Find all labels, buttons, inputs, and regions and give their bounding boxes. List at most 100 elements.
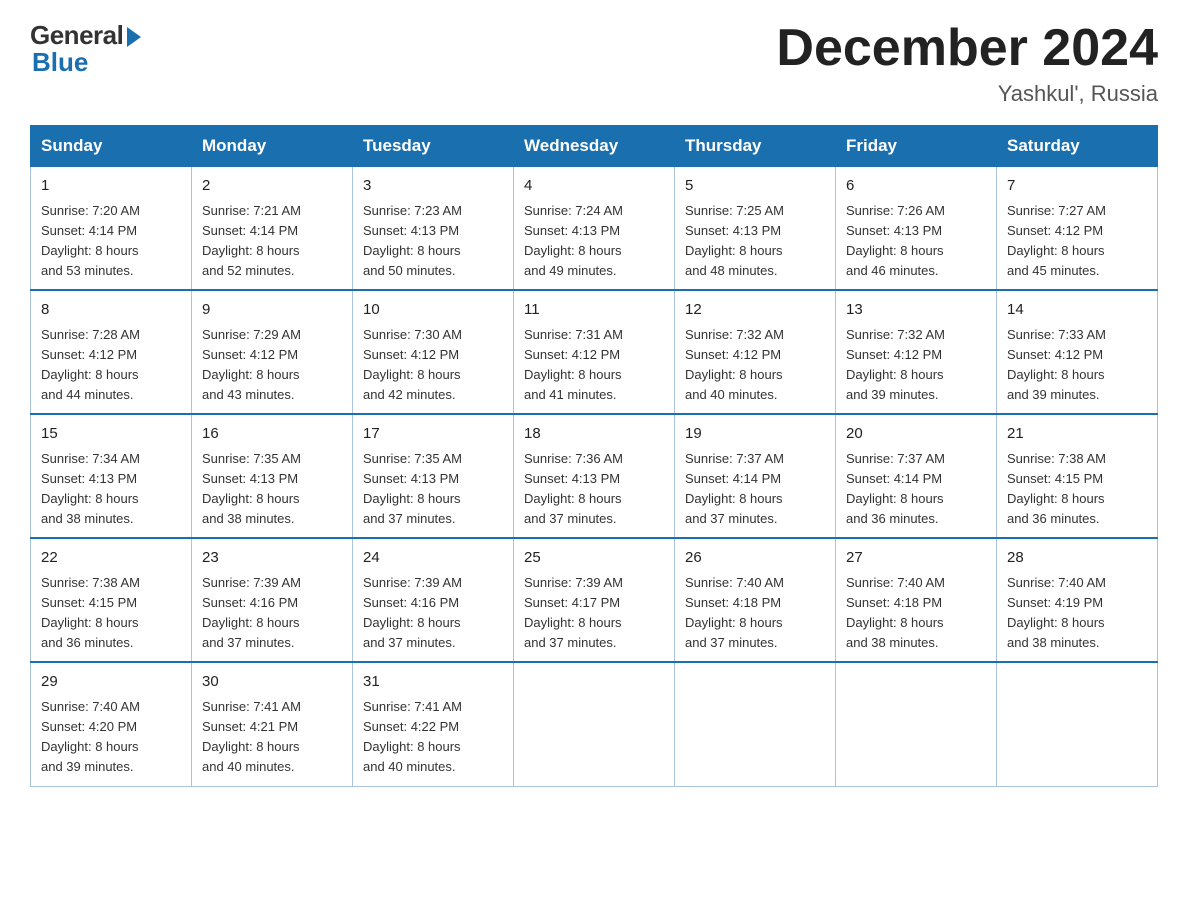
day-number: 18 bbox=[524, 423, 664, 446]
column-header-monday: Monday bbox=[192, 126, 353, 167]
calendar-cell: 9 Sunrise: 7:29 AMSunset: 4:12 PMDaylight… bbox=[192, 290, 353, 414]
month-title: December 2024 bbox=[776, 20, 1158, 77]
day-number: 8 bbox=[41, 299, 181, 322]
day-number: 5 bbox=[685, 175, 825, 198]
calendar-cell: 30Sunrise: 7:41 AMSunset: 4:21 PMDayligh… bbox=[192, 662, 353, 786]
day-number: 10 bbox=[363, 299, 503, 322]
calendar-cell: 20Sunrise: 7:37 AMSunset: 4:14 PMDayligh… bbox=[836, 414, 997, 538]
calendar-cell bbox=[514, 662, 675, 786]
day-info: Sunrise: 7:33 AMSunset: 4:12 PMDaylight:… bbox=[1007, 325, 1147, 406]
calendar-cell: 18 Sunrise: 7:36 AMSunset: 4:13 PMDayligh… bbox=[514, 414, 675, 538]
day-number: 9 bbox=[202, 299, 342, 322]
day-info: Sunrise: 7:40 AMSunset: 4:19 PMDaylight:… bbox=[1007, 573, 1147, 654]
day-info: Sunrise: 7:24 AMSunset: 4:13 PMDaylight:… bbox=[524, 201, 664, 282]
calendar-cell bbox=[836, 662, 997, 786]
day-info: Sunrise: 7:21 AMSunset: 4:14 PMDaylight:… bbox=[202, 201, 342, 282]
calendar-cell: 5 Sunrise: 7:25 AMSunset: 4:13 PMDaylight… bbox=[675, 167, 836, 291]
calendar-cell: 8 Sunrise: 7:28 AMSunset: 4:12 PMDaylight… bbox=[31, 290, 192, 414]
day-info: Sunrise: 7:30 AMSunset: 4:12 PMDaylight:… bbox=[363, 325, 503, 406]
day-info: Sunrise: 7:40 AMSunset: 4:18 PMDaylight:… bbox=[846, 573, 986, 654]
calendar-cell: 25 Sunrise: 7:39 AMSunset: 4:17 PMDayligh… bbox=[514, 538, 675, 662]
day-info: Sunrise: 7:39 AMSunset: 4:17 PMDaylight:… bbox=[524, 573, 664, 654]
day-number: 22 bbox=[41, 547, 181, 570]
calendar-cell: 31 Sunrise: 7:41 AMSunset: 4:22 PMDayligh… bbox=[353, 662, 514, 786]
day-number: 28 bbox=[1007, 547, 1147, 570]
day-info: Sunrise: 7:23 AMSunset: 4:13 PMDaylight:… bbox=[363, 201, 503, 282]
day-info: Sunrise: 7:40 AMSunset: 4:20 PMDaylight:… bbox=[41, 697, 181, 778]
day-number: 17 bbox=[363, 423, 503, 446]
day-number: 11 bbox=[524, 299, 664, 322]
calendar-cell bbox=[675, 662, 836, 786]
day-number: 7 bbox=[1007, 175, 1147, 198]
calendar-week-row: 22Sunrise: 7:38 AMSunset: 4:15 PMDayligh… bbox=[31, 538, 1158, 662]
calendar-cell: 10 Sunrise: 7:30 AMSunset: 4:12 PMDayligh… bbox=[353, 290, 514, 414]
day-number: 20 bbox=[846, 423, 986, 446]
logo: General Blue bbox=[30, 20, 141, 78]
day-info: Sunrise: 7:37 AMSunset: 4:14 PMDaylight:… bbox=[685, 449, 825, 530]
day-info: Sunrise: 7:25 AMSunset: 4:13 PMDaylight:… bbox=[685, 201, 825, 282]
calendar-week-row: 8 Sunrise: 7:28 AMSunset: 4:12 PMDaylight… bbox=[31, 290, 1158, 414]
day-info: Sunrise: 7:32 AMSunset: 4:12 PMDaylight:… bbox=[685, 325, 825, 406]
calendar-cell: 11 Sunrise: 7:31 AMSunset: 4:12 PMDayligh… bbox=[514, 290, 675, 414]
day-info: Sunrise: 7:40 AMSunset: 4:18 PMDaylight:… bbox=[685, 573, 825, 654]
day-number: 16 bbox=[202, 423, 342, 446]
calendar-cell: 16 Sunrise: 7:35 AMSunset: 4:13 PMDayligh… bbox=[192, 414, 353, 538]
day-info: Sunrise: 7:41 AMSunset: 4:21 PMDaylight:… bbox=[202, 697, 342, 778]
calendar-cell: 14 Sunrise: 7:33 AMSunset: 4:12 PMDayligh… bbox=[997, 290, 1158, 414]
location: Yashkul', Russia bbox=[776, 81, 1158, 107]
day-number: 25 bbox=[524, 547, 664, 570]
title-area: December 2024 Yashkul', Russia bbox=[776, 20, 1158, 107]
day-info: Sunrise: 7:31 AMSunset: 4:12 PMDaylight:… bbox=[524, 325, 664, 406]
day-info: Sunrise: 7:29 AMSunset: 4:12 PMDaylight:… bbox=[202, 325, 342, 406]
day-number: 6 bbox=[846, 175, 986, 198]
calendar-cell: 19Sunrise: 7:37 AMSunset: 4:14 PMDayligh… bbox=[675, 414, 836, 538]
day-info: Sunrise: 7:28 AMSunset: 4:12 PMDaylight:… bbox=[41, 325, 181, 406]
day-number: 31 bbox=[363, 671, 503, 694]
day-number: 3 bbox=[363, 175, 503, 198]
column-header-sunday: Sunday bbox=[31, 126, 192, 167]
logo-blue-text: Blue bbox=[30, 47, 88, 78]
day-info: Sunrise: 7:20 AMSunset: 4:14 PMDaylight:… bbox=[41, 201, 181, 282]
calendar-cell: 23Sunrise: 7:39 AMSunset: 4:16 PMDayligh… bbox=[192, 538, 353, 662]
day-number: 13 bbox=[846, 299, 986, 322]
calendar-cell: 6 Sunrise: 7:26 AMSunset: 4:13 PMDaylight… bbox=[836, 167, 997, 291]
calendar-week-row: 29 Sunrise: 7:40 AMSunset: 4:20 PMDayligh… bbox=[31, 662, 1158, 786]
day-info: Sunrise: 7:35 AMSunset: 4:13 PMDaylight:… bbox=[202, 449, 342, 530]
day-number: 23 bbox=[202, 547, 342, 570]
calendar-cell: 29 Sunrise: 7:40 AMSunset: 4:20 PMDayligh… bbox=[31, 662, 192, 786]
calendar-cell: 7Sunrise: 7:27 AMSunset: 4:12 PMDaylight… bbox=[997, 167, 1158, 291]
calendar-cell: 21 Sunrise: 7:38 AMSunset: 4:15 PMDayligh… bbox=[997, 414, 1158, 538]
calendar-cell: 2 Sunrise: 7:21 AMSunset: 4:14 PMDaylight… bbox=[192, 167, 353, 291]
calendar-cell: 3 Sunrise: 7:23 AMSunset: 4:13 PMDaylight… bbox=[353, 167, 514, 291]
calendar-week-row: 1 Sunrise: 7:20 AMSunset: 4:14 PMDaylight… bbox=[31, 167, 1158, 291]
calendar-cell: 12 Sunrise: 7:32 AMSunset: 4:12 PMDayligh… bbox=[675, 290, 836, 414]
calendar-cell: 15Sunrise: 7:34 AMSunset: 4:13 PMDayligh… bbox=[31, 414, 192, 538]
day-info: Sunrise: 7:38 AMSunset: 4:15 PMDaylight:… bbox=[1007, 449, 1147, 530]
day-number: 24 bbox=[363, 547, 503, 570]
day-number: 29 bbox=[41, 671, 181, 694]
column-header-friday: Friday bbox=[836, 126, 997, 167]
calendar-cell bbox=[997, 662, 1158, 786]
day-number: 27 bbox=[846, 547, 986, 570]
day-number: 1 bbox=[41, 175, 181, 198]
day-number: 4 bbox=[524, 175, 664, 198]
page-header: General Blue December 2024 Yashkul', Rus… bbox=[30, 20, 1158, 107]
calendar-cell: 27 Sunrise: 7:40 AMSunset: 4:18 PMDayligh… bbox=[836, 538, 997, 662]
day-info: Sunrise: 7:26 AMSunset: 4:13 PMDaylight:… bbox=[846, 201, 986, 282]
column-header-thursday: Thursday bbox=[675, 126, 836, 167]
day-number: 26 bbox=[685, 547, 825, 570]
day-info: Sunrise: 7:36 AMSunset: 4:13 PMDaylight:… bbox=[524, 449, 664, 530]
calendar-cell: 4 Sunrise: 7:24 AMSunset: 4:13 PMDaylight… bbox=[514, 167, 675, 291]
day-number: 14 bbox=[1007, 299, 1147, 322]
day-number: 2 bbox=[202, 175, 342, 198]
calendar-cell: 28 Sunrise: 7:40 AMSunset: 4:19 PMDayligh… bbox=[997, 538, 1158, 662]
calendar-cell: 26 Sunrise: 7:40 AMSunset: 4:18 PMDayligh… bbox=[675, 538, 836, 662]
day-info: Sunrise: 7:41 AMSunset: 4:22 PMDaylight:… bbox=[363, 697, 503, 778]
day-info: Sunrise: 7:39 AMSunset: 4:16 PMDaylight:… bbox=[363, 573, 503, 654]
calendar-cell: 17Sunrise: 7:35 AMSunset: 4:13 PMDayligh… bbox=[353, 414, 514, 538]
day-number: 12 bbox=[685, 299, 825, 322]
day-number: 21 bbox=[1007, 423, 1147, 446]
calendar-cell: 13Sunrise: 7:32 AMSunset: 4:12 PMDayligh… bbox=[836, 290, 997, 414]
column-header-tuesday: Tuesday bbox=[353, 126, 514, 167]
calendar-header-row: SundayMondayTuesdayWednesdayThursdayFrid… bbox=[31, 126, 1158, 167]
